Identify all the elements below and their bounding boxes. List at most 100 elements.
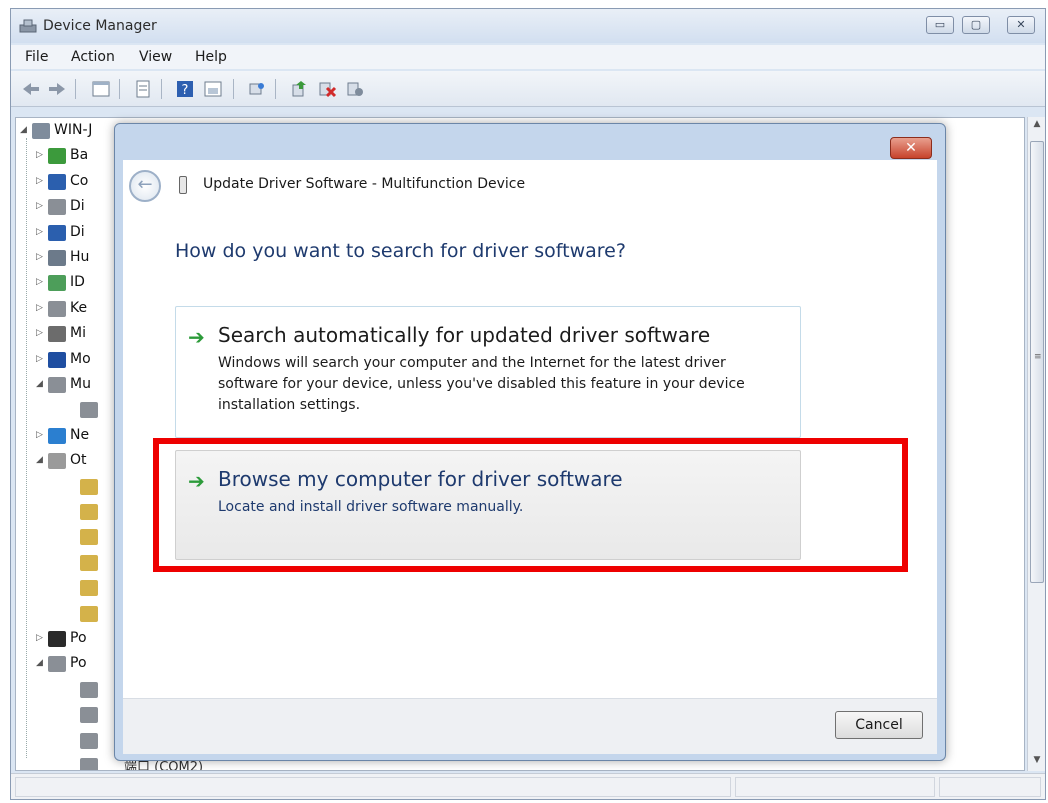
tree-row-label: Mi — [70, 325, 86, 342]
device-category-icon — [48, 427, 66, 444]
device-category-icon — [48, 351, 66, 368]
menu-view[interactable]: View — [139, 49, 172, 65]
tree-row-label: Po — [70, 655, 87, 672]
collapse-icon[interactable]: ◢ — [20, 125, 27, 135]
device-category-icon — [80, 580, 98, 597]
window-title: Device Manager — [43, 18, 157, 34]
maximize-icon: ▢ — [970, 18, 982, 31]
grip-icon: ≡ — [1034, 352, 1042, 362]
device-category-icon — [80, 478, 98, 495]
highlight-annotation — [153, 438, 908, 572]
tree-row-label: Di — [70, 198, 85, 215]
scroll-up-icon[interactable]: ▲ — [1031, 119, 1043, 131]
update-driver-icon[interactable] — [289, 79, 309, 99]
minimize-icon: ▭ — [934, 18, 946, 31]
tree-row-label: Co — [70, 172, 89, 189]
menu-bar: File Action View Help — [11, 45, 1045, 69]
close-button[interactable]: ✕ — [1007, 16, 1035, 34]
forward-arrow-icon[interactable] — [47, 79, 67, 99]
expand-icon[interactable]: ▷ — [36, 430, 43, 440]
dialog-question: How do you want to search for driver sof… — [175, 240, 626, 262]
menu-file[interactable]: File — [25, 49, 48, 65]
svg-text:?: ? — [182, 83, 189, 98]
device-category-icon — [80, 402, 98, 419]
back-arrow-icon[interactable] — [21, 79, 41, 99]
tree-row-label: Di — [70, 223, 85, 240]
expand-icon[interactable]: ▷ — [36, 150, 43, 160]
status-bar — [11, 773, 1045, 799]
scan-hardware-icon[interactable] — [247, 79, 267, 99]
device-category-icon — [48, 300, 66, 317]
expand-icon[interactable]: ▷ — [36, 303, 43, 313]
menu-help[interactable]: Help — [195, 49, 227, 65]
device-category-icon — [80, 554, 98, 571]
help-icon[interactable]: ? — [175, 79, 195, 99]
option-description: Windows will search your computer and th… — [218, 355, 745, 413]
expand-icon[interactable]: ▷ — [36, 227, 43, 237]
device-manager-icon — [19, 19, 37, 33]
toolbar-separator — [233, 79, 234, 99]
device-category-icon — [32, 123, 50, 139]
device-category-icon — [48, 377, 66, 393]
expand-icon[interactable]: ▷ — [36, 252, 43, 262]
expand-icon[interactable]: ▷ — [36, 328, 43, 338]
console-tree-icon[interactable] — [91, 79, 111, 99]
tree-row-label: ID — [70, 274, 85, 291]
expand-icon[interactable]: ▷ — [36, 201, 43, 211]
green-arrow-icon: ➔ — [188, 325, 205, 349]
back-arrow-icon[interactable]: ← — [129, 170, 161, 202]
uninstall-icon[interactable] — [317, 79, 337, 99]
device-category-icon — [80, 529, 98, 546]
tree-connector — [26, 138, 27, 758]
toolbar-separator — [119, 79, 120, 99]
view-icon[interactable] — [203, 79, 223, 99]
dialog-close-button[interactable]: ✕ — [890, 137, 932, 159]
vertical-scrollbar[interactable]: ▲ ≡ ▼ — [1027, 117, 1045, 771]
expand-icon[interactable]: ▷ — [36, 354, 43, 364]
status-segment — [735, 777, 935, 797]
status-segment — [939, 777, 1041, 797]
tree-row-label: Hu — [70, 249, 90, 265]
expand-icon[interactable]: ▷ — [36, 633, 43, 643]
toolbar-separator — [75, 79, 76, 99]
device-category-icon — [48, 250, 66, 266]
dialog-footer: Cancel — [123, 698, 937, 754]
tree-row-label: WIN-J — [54, 122, 93, 138]
scrollbar-thumb[interactable]: ≡ — [1030, 141, 1044, 583]
device-category-icon — [80, 732, 98, 749]
toolbar-separator — [161, 79, 162, 99]
maximize-button[interactable]: ▢ — [962, 16, 990, 34]
disable-device-icon[interactable] — [345, 79, 365, 99]
collapse-icon[interactable]: ◢ — [36, 658, 43, 668]
device-category-icon — [48, 453, 66, 470]
device-category-icon — [48, 275, 66, 292]
title-bar[interactable]: Device Manager ▭ ▢ ✕ — [11, 9, 1045, 43]
device-category-icon — [80, 681, 98, 698]
device-category-icon — [80, 605, 98, 622]
tree-row-label: Mo — [70, 350, 91, 367]
option-title: Search automatically for updated driver … — [218, 323, 711, 347]
toolbar: ? — [11, 71, 1045, 107]
minimize-button[interactable]: ▭ — [926, 16, 954, 34]
cancel-button[interactable]: Cancel — [835, 711, 923, 739]
menu-action[interactable]: Action — [71, 49, 115, 65]
device-category-icon — [48, 326, 66, 343]
collapse-icon[interactable]: ◢ — [36, 455, 43, 465]
close-icon: ✕ — [1016, 18, 1026, 31]
device-category-icon — [48, 199, 66, 216]
expand-icon[interactable]: ▷ — [36, 176, 43, 186]
collapse-icon[interactable]: ◢ — [36, 379, 43, 389]
dialog-header: ← Update Driver Software - Multifunction… — [123, 160, 937, 208]
expand-icon[interactable]: ▷ — [36, 277, 43, 287]
tree-row-label: Po — [70, 630, 87, 646]
tree-row-label: Ke — [70, 299, 88, 316]
device-category-icon — [48, 173, 66, 190]
properties-icon[interactable] — [133, 79, 153, 99]
device-category-icon — [48, 656, 66, 673]
tree-row-label: Ne — [70, 426, 90, 443]
device-category-icon — [48, 224, 66, 241]
scroll-down-icon[interactable]: ▼ — [1031, 755, 1043, 767]
device-category-icon — [48, 148, 66, 165]
search-automatically-option[interactable]: ➔ Search automatically for updated drive… — [175, 306, 801, 438]
status-segment — [15, 777, 731, 797]
